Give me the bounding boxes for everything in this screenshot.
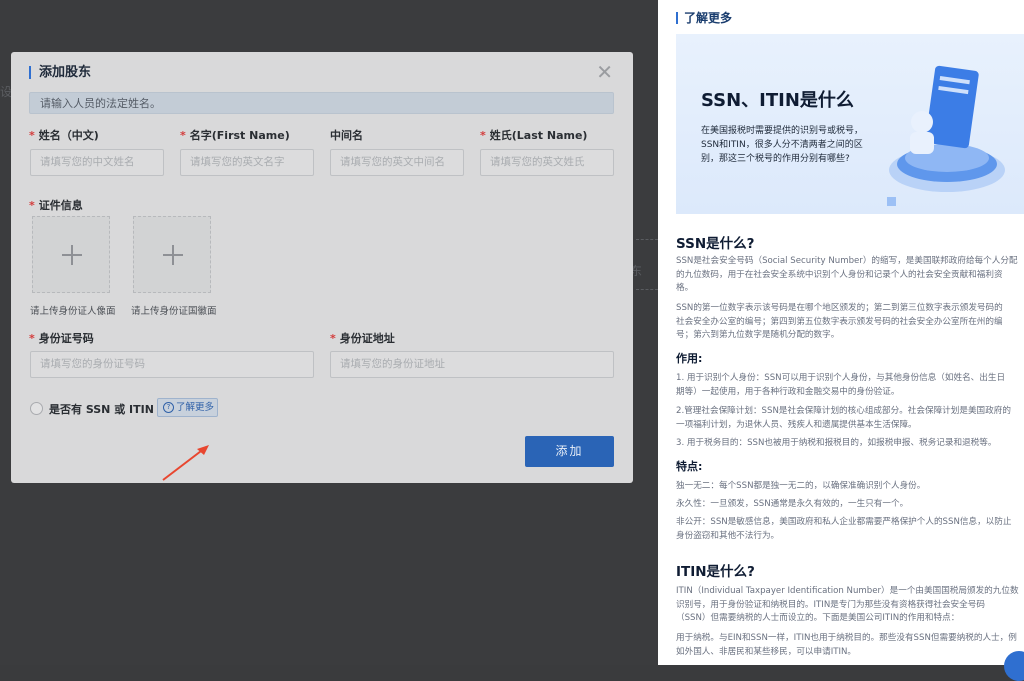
last-name-label: * 姓氏(Last Name): [480, 129, 588, 142]
line: 身份盗窃和其他不法行为。: [676, 530, 780, 541]
plus-icon-stroke: [71, 245, 73, 265]
id-info-label: * 证件信息: [29, 199, 83, 212]
banner-text: 在美国报税时需要提供的识别号或税号，SSN和ITIN，很多人分不清两者之间的区别…: [701, 126, 864, 164]
upload-id-front[interactable]: [32, 216, 110, 293]
line: SSN的第一位数字表示该号码是在哪个地区颁发的；第二到第三位数字表示颁发号码的: [676, 303, 1003, 313]
line: （SSN）但需要纳税的人士而设立的。下面是美国公司ITIN的作用和特点：: [676, 613, 960, 623]
itin-paragraph-1: ITIN（Individual Taxpayer Identification …: [676, 585, 1021, 626]
upload-front-caption: 请上传身份证人像面: [30, 306, 116, 317]
line: SSN是社会安全号码（Social Security Number）的缩写，是美…: [676, 256, 1018, 266]
id-address-label: * 身份证地址: [330, 332, 395, 345]
background-divider: [636, 289, 658, 290]
line: 1. 用于识别个人身份：SSN可以用于识别个人身份，与其他身份信息（如姓名、出生…: [676, 373, 1006, 383]
upload-id-back[interactable]: [133, 216, 211, 293]
name-cn-input[interactable]: 请填写您的中文姓名: [30, 149, 164, 176]
middle-name-label: 中间名: [330, 129, 363, 142]
line: 2.管理社会保障计划：SSN是社会保障计划的核心组成部分。社会保障计划是美国政府…: [676, 406, 1011, 416]
name-cn-label: * 姓名（中文): [29, 129, 99, 142]
usage-item-2: 2.管理社会保障计划：SSN是社会保障计划的核心组成部分。社会保障计划是美国政府…: [676, 405, 1021, 432]
id-number-input[interactable]: 请填写您的身份证号码: [30, 351, 314, 378]
middle-name-input[interactable]: 请填写您的英文中间名: [330, 149, 464, 176]
upload-back-caption: 请上传身份证国徽面: [131, 306, 217, 317]
line: 识别号，用于身份验证和纳税目的。ITIN是专门为那些没有资格获得社会安全号码: [676, 599, 985, 610]
line: 格。: [676, 283, 694, 293]
line: 独一无二：每个SSN都是独一无二的，以确保准确识别个人身份。: [676, 481, 926, 491]
ssn-paragraph-1: SSN是社会安全号码（Social Security Number）的缩写，是美…: [676, 255, 1021, 296]
hint-banner: 请输入人员的法定姓名。: [29, 92, 614, 114]
learn-more-label: 了解更多: [176, 402, 215, 413]
id-card-illustration: [887, 65, 1005, 206]
line: 用于纳税。与EIN和SSN一样，ITIN也用于纳税目的。那些没有SSN但需要纳税…: [676, 633, 1017, 643]
background-divider: [636, 239, 658, 240]
line: 3. 用于税务目的：SSN也被用于纳税和报税目的，如报税申报、税务记录和退税等。: [676, 438, 997, 448]
feature-2: 永久性：一旦颁发，SSN通常是永久有效的，一生只有一个。: [676, 498, 1021, 512]
first-name-label: * 名字(First Name): [180, 129, 290, 142]
feature-3: 非公开：SSN是敏感信息，美国政府和私人企业都需要严格保护个人的SSN信息，以防…: [676, 516, 1021, 543]
line: 非公开：SSN是敏感信息，美国政府和私人企业都需要严格保护个人的SSN信息，以防…: [676, 517, 1012, 527]
itin-paragraph-2: 用于纳税。与EIN和SSN一样，ITIN也用于纳税目的。那些没有SSN但需要纳税…: [676, 632, 1021, 659]
ssn-radio[interactable]: [30, 402, 43, 415]
feature-1: 独一无二：每个SSN都是独一无二的，以确保准确识别个人身份。: [676, 480, 1021, 494]
line: 的九位数码，用于在社会安全系统中识别个人身份和记录个人的社会安全贡献和福利资: [676, 269, 1003, 280]
line: 社会安全办公室的编号；第四到第五位数字表示颁发号码的社会安全办公室所在州的编: [676, 316, 1003, 327]
question-circle-icon: ?: [163, 402, 174, 413]
usage-item-3: 3. 用于税务目的：SSN也被用于纳税和报税目的，如报税申报、税务记录和退税等。: [676, 437, 1021, 451]
line: ITIN（Individual Taxpayer Identification …: [676, 586, 1019, 596]
banner-title: SSN、ITIN是什么: [701, 90, 854, 111]
line: 一项福利计划，为退休人员、残疾人和遗属提供基本生活保障。: [676, 419, 917, 430]
id-number-label: * 身份证号码: [29, 332, 94, 345]
usage-item-1: 1. 用于识别个人身份：SSN可以用于识别个人身份，与其他身份信息（如姓名、出生…: [676, 372, 1021, 399]
dialog-title: 添加股东: [29, 66, 91, 79]
id-address-input[interactable]: 请填写您的身份证地址: [330, 351, 614, 378]
line: 永久性：一旦颁发，SSN通常是永久有效的，一生只有一个。: [676, 499, 909, 509]
floating-help-button[interactable]: [1004, 651, 1024, 681]
panel-title: 了解更多: [676, 12, 732, 24]
ssn-question: 是否有 SSN 或 ITIN ?: [49, 403, 165, 416]
line: 期等）一起使用，用于各种行政和金融交易中的身份验证。: [676, 386, 900, 397]
usage-heading: 作用:: [676, 352, 703, 365]
close-icon[interactable]: ✕: [596, 62, 613, 82]
itin-heading: ITIN是什么?: [676, 564, 755, 580]
learn-more-button[interactable]: ? 了解更多: [157, 398, 218, 417]
add-shareholder-dialog: 添加股东 ✕ 请输入人员的法定姓名。 * 姓名（中文) * 名字(First Nam…: [11, 52, 633, 483]
last-name-input[interactable]: 请填写您的英文姓氏: [480, 149, 614, 176]
learn-more-panel[interactable]: 了解更多 SSN、ITIN是什么 在美国报税时需要提供的识别号或税号，SSN和I…: [658, 0, 1024, 665]
line: 号；第六到第九位数字是随机分配的数字。: [676, 330, 840, 340]
first-name-input[interactable]: 请填写您的英文名字: [180, 149, 314, 176]
red-arrow-annotation: [162, 445, 209, 481]
features-heading: 特点:: [676, 460, 703, 473]
add-button[interactable]: 添加: [525, 436, 614, 467]
banner: SSN、ITIN是什么 在美国报税时需要提供的识别号或税号，SSN和ITIN，很…: [676, 34, 1024, 214]
ssn-heading: SSN是什么?: [676, 236, 755, 252]
line: 如外国人、非居民和某些移民，可以申请ITIN。: [676, 646, 857, 657]
ssn-paragraph-2: SSN的第一位数字表示该号码是在哪个地区颁发的；第二到第三位数字表示颁发号码的社…: [676, 302, 1021, 343]
plus-icon-stroke: [172, 245, 174, 265]
